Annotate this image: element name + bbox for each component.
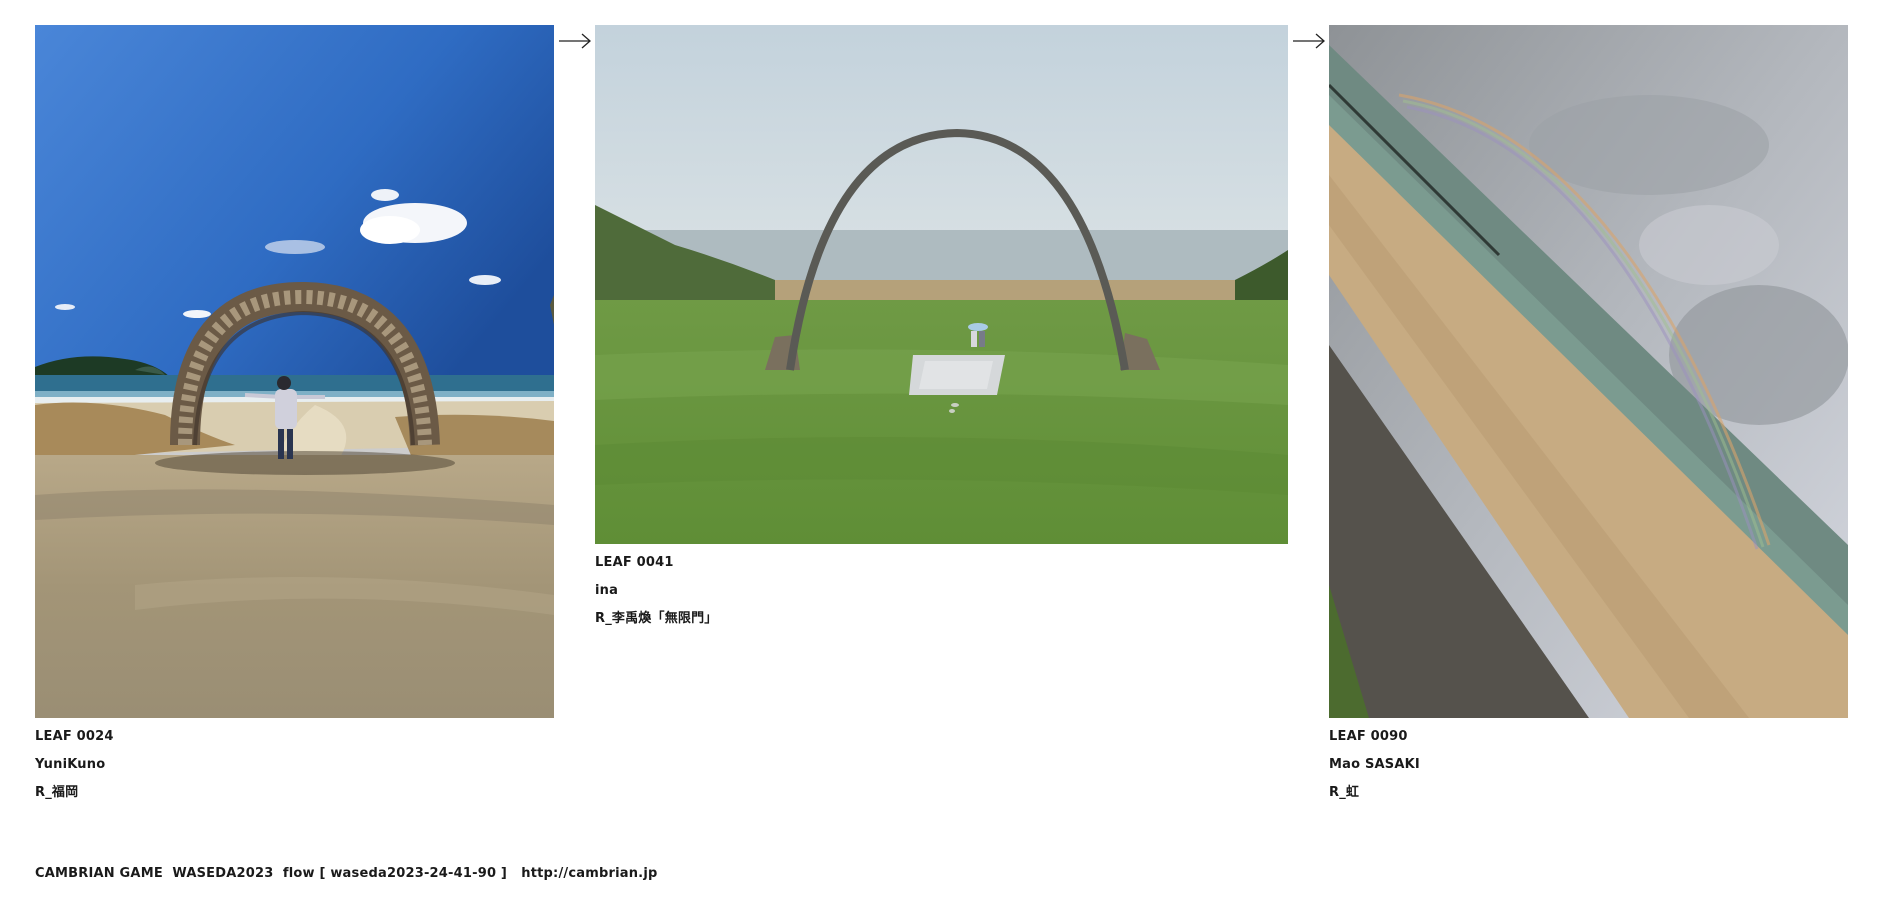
footer-title[interactable]: CAMBRIAN GAME WASEDA2023 flow [ waseda20… [35,866,507,881]
leaf-title: R_福岡 [35,785,79,800]
leaf-title: R_李禹煥「無限門」 [595,611,718,626]
flow-page: LEAF 0024 YuniKuno R_福岡 LEAF 0041 ina R_… [0,0,1883,900]
leaf-author[interactable]: ina [595,577,718,605]
steel-arch-image [595,25,1288,544]
driftwood-arch-image [35,25,554,718]
leaf-0024-photo[interactable] [35,25,554,718]
rainbow-shore-image [1329,25,1848,718]
leaf-0041-caption: LEAF 0041 ina R_李禹煥「無限門」 [595,549,718,633]
leaf-0041-photo[interactable] [595,25,1288,544]
leaf-title: R_虹 [1329,785,1360,800]
arrow-right-icon [1293,33,1325,49]
leaf-0090-photo[interactable] [1329,25,1848,718]
footer: CAMBRIAN GAME WASEDA2023 flow [ waseda20… [35,866,657,881]
arrow-right-icon [559,33,591,49]
leaf-id[interactable]: LEAF 0024 [35,723,114,751]
leaf-0024-caption: LEAF 0024 YuniKuno R_福岡 [35,723,114,807]
leaf-id[interactable]: LEAF 0041 [595,549,718,577]
leaf-0090-caption: LEAF 0090 Mao SASAKI R_虹 [1329,723,1420,807]
leaf-author[interactable]: YuniKuno [35,751,114,779]
leaf-id[interactable]: LEAF 0090 [1329,723,1420,751]
footer-url-link[interactable]: http://cambrian.jp [521,866,657,881]
leaf-author[interactable]: Mao SASAKI [1329,751,1420,779]
